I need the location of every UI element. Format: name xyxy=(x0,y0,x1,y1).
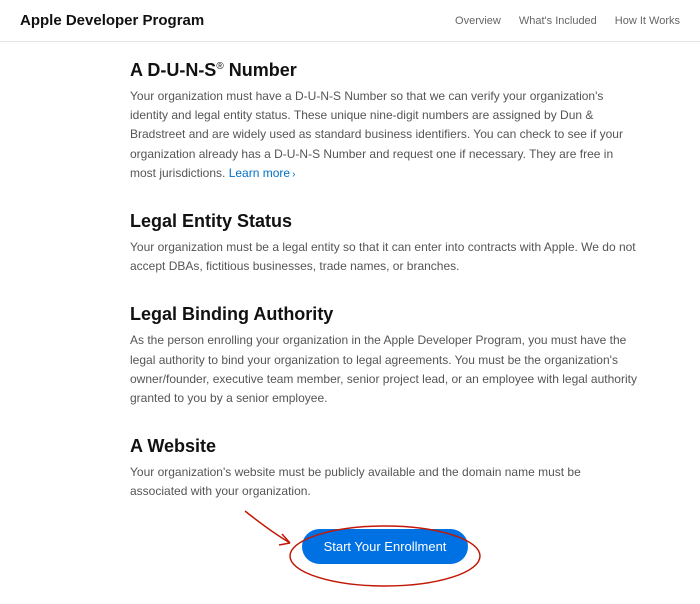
section-body: Your organization must have a D-U-N-S Nu… xyxy=(130,87,640,183)
learn-more-link[interactable]: Learn more xyxy=(229,166,290,180)
section-duns: A D-U-N-S® Number Your organization must… xyxy=(130,60,640,183)
cta-container: Start Your Enrollment xyxy=(130,529,640,564)
top-nav: Overview What's Included How It Works xyxy=(455,15,680,27)
section-heading: Legal Binding Authority xyxy=(130,304,640,325)
nav-overview[interactable]: Overview xyxy=(455,15,501,27)
section-body: Your organization must be a legal entity… xyxy=(130,238,640,276)
section-body: Your organization's website must be publ… xyxy=(130,463,640,501)
body-text: Your organization must have a D-U-N-S Nu… xyxy=(130,89,623,180)
section-legal-entity: Legal Entity Status Your organization mu… xyxy=(130,211,640,276)
section-legal-binding: Legal Binding Authority As the person en… xyxy=(130,304,640,408)
start-enrollment-button[interactable]: Start Your Enrollment xyxy=(302,529,469,564)
section-website: A Website Your organization's website mu… xyxy=(130,436,640,501)
section-heading: Legal Entity Status xyxy=(130,211,640,232)
nav-whats-included[interactable]: What's Included xyxy=(519,15,597,27)
registered-mark: ® xyxy=(216,61,223,72)
top-bar: Apple Developer Program Overview What's … xyxy=(0,0,700,42)
main-content: A D-U-N-S® Number Your organization must… xyxy=(0,42,700,604)
section-heading: A Website xyxy=(130,436,640,457)
section-body: As the person enrolling your organizatio… xyxy=(130,331,640,408)
heading-text-pre: A D-U-N-S xyxy=(130,60,216,80)
heading-text-post: Number xyxy=(224,60,297,80)
chevron-right-icon: › xyxy=(292,169,295,180)
brand-title: Apple Developer Program xyxy=(20,12,204,29)
section-heading: A D-U-N-S® Number xyxy=(130,60,640,81)
nav-how-it-works[interactable]: How It Works xyxy=(615,15,680,27)
